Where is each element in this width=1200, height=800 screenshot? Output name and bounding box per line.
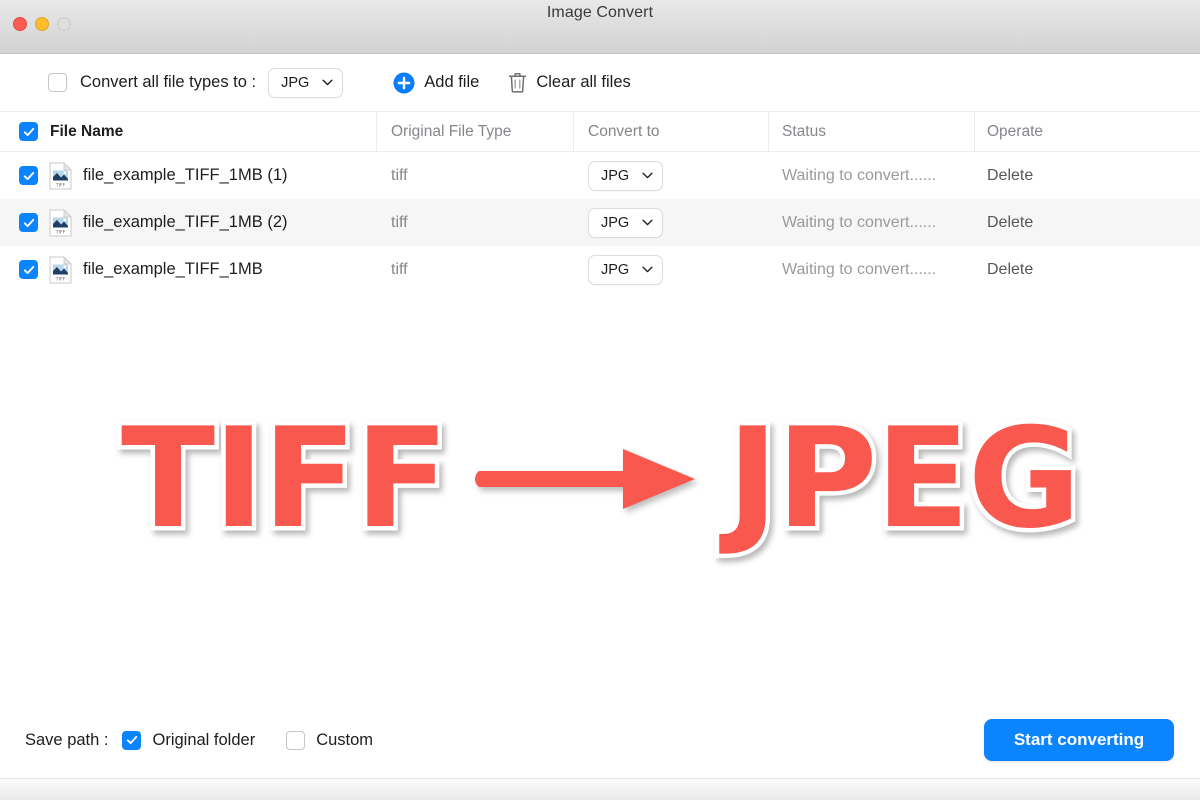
- checkmark-icon: [126, 734, 138, 746]
- original-folder-label: Original folder: [152, 731, 255, 750]
- window-title: Image Convert: [0, 4, 1200, 22]
- start-converting-button[interactable]: Start converting: [984, 719, 1174, 761]
- operate-cell: Delete: [975, 246, 1200, 293]
- checkmark-icon: [52, 77, 64, 89]
- custom-checkbox[interactable]: [286, 731, 305, 750]
- column-header-file-name-label: File Name: [50, 123, 123, 141]
- delete-button[interactable]: Delete: [987, 167, 1033, 185]
- save-path-custom-option[interactable]: Custom: [286, 731, 373, 750]
- delete-button[interactable]: Delete: [987, 261, 1033, 279]
- column-header-original-file-type: Original File Type: [377, 111, 574, 152]
- checkmark-icon: [23, 170, 35, 182]
- checkmark-icon: [23, 126, 35, 138]
- svg-text:TIFF: TIFF: [55, 229, 66, 235]
- row-checkbox[interactable]: [19, 213, 38, 232]
- row-format-value: JPG: [601, 168, 629, 184]
- status-cell: Waiting to convert......: [769, 199, 975, 246]
- row-format-value: JPG: [601, 215, 629, 231]
- row-checkbox[interactable]: [19, 260, 38, 279]
- operate-cell: Delete: [975, 152, 1200, 199]
- trash-icon: [508, 72, 527, 93]
- chevron-down-icon: [322, 79, 333, 86]
- window-bottom-strip: [0, 778, 1200, 800]
- convert-to-cell: JPG: [574, 199, 769, 246]
- delete-button[interactable]: Delete: [987, 214, 1033, 232]
- source-format-art: TIFF: [121, 410, 447, 548]
- convert-to-cell: JPG: [574, 152, 769, 199]
- checkmark-icon: [23, 217, 35, 229]
- column-header-operate: Operate: [975, 111, 1200, 152]
- save-path-label: Save path :: [25, 731, 108, 750]
- row-format-select[interactable]: JPG: [588, 255, 663, 285]
- original-folder-checkbox[interactable]: [122, 731, 141, 750]
- row-format-select[interactable]: JPG: [588, 208, 663, 238]
- status-cell: Waiting to convert......: [769, 246, 975, 293]
- file-name-cell: TIFF file_example_TIFF_1MB (2): [0, 199, 377, 246]
- svg-text:TIFF: TIFF: [55, 182, 66, 188]
- right-arrow-icon: [473, 431, 701, 527]
- global-format-value: JPG: [281, 75, 309, 91]
- table-row[interactable]: TIFF file_example_TIFF_1MB (2) tiff JPG …: [0, 199, 1200, 246]
- custom-label: Custom: [316, 731, 373, 750]
- app-window: Image Convert Convert all file types to …: [0, 0, 1200, 800]
- clear-all-files-button[interactable]: Clear all files: [508, 72, 630, 93]
- convert-to-cell: JPG: [574, 246, 769, 293]
- table-row[interactable]: TIFF file_example_TIFF_1MB (1) tiff JPG …: [0, 152, 1200, 199]
- tiff-file-icon: TIFF: [49, 209, 72, 237]
- tiff-file-icon: TIFF: [49, 256, 72, 284]
- save-path-original-folder-option[interactable]: Original folder: [122, 731, 255, 750]
- original-file-type-cell: tiff: [377, 199, 574, 246]
- chevron-down-icon: [642, 266, 653, 273]
- file-table: File Name Original File Type Convert to …: [0, 111, 1200, 293]
- column-header-status: Status: [769, 111, 975, 152]
- column-header-file-name: File Name: [0, 111, 377, 152]
- row-format-value: JPG: [601, 262, 629, 278]
- row-checkbox[interactable]: [19, 166, 38, 185]
- original-file-type-cell: tiff: [377, 246, 574, 293]
- plus-circle-icon: [393, 72, 415, 94]
- file-name-label: file_example_TIFF_1MB: [83, 260, 263, 279]
- row-format-select[interactable]: JPG: [588, 161, 663, 191]
- global-format-select[interactable]: JPG: [268, 68, 343, 98]
- select-all-checkbox[interactable]: [19, 122, 38, 141]
- status-cell: Waiting to convert......: [769, 152, 975, 199]
- toolbar: Convert all file types to : JPG Add file…: [0, 54, 1200, 111]
- operate-cell: Delete: [975, 199, 1200, 246]
- convert-all-checkbox[interactable]: [48, 73, 67, 92]
- target-format-art: JPEG: [727, 410, 1079, 548]
- clear-all-files-label: Clear all files: [536, 73, 630, 92]
- title-bar: Image Convert: [0, 0, 1200, 54]
- chevron-down-icon: [642, 219, 653, 226]
- add-file-button[interactable]: Add file: [393, 72, 479, 94]
- original-file-type-cell: tiff: [377, 152, 574, 199]
- file-name-label: file_example_TIFF_1MB (2): [83, 213, 288, 232]
- add-file-label: Add file: [424, 73, 479, 92]
- table-row[interactable]: TIFF file_example_TIFF_1MB tiff JPG Wait…: [0, 246, 1200, 293]
- checkmark-icon: [23, 264, 35, 276]
- tiff-file-icon: TIFF: [49, 162, 72, 190]
- svg-text:TIFF: TIFF: [55, 276, 66, 282]
- file-name-cell: TIFF file_example_TIFF_1MB (1): [0, 152, 377, 199]
- chevron-down-icon: [642, 172, 653, 179]
- file-name-label: file_example_TIFF_1MB (1): [83, 166, 288, 185]
- table-header-row: File Name Original File Type Convert to …: [0, 111, 1200, 152]
- column-header-convert-to: Convert to: [574, 111, 769, 152]
- file-name-cell: TIFF file_example_TIFF_1MB: [0, 246, 377, 293]
- footer-bar: Save path : Original folder Custom Start…: [0, 702, 1200, 778]
- convert-all-label: Convert all file types to :: [80, 73, 256, 92]
